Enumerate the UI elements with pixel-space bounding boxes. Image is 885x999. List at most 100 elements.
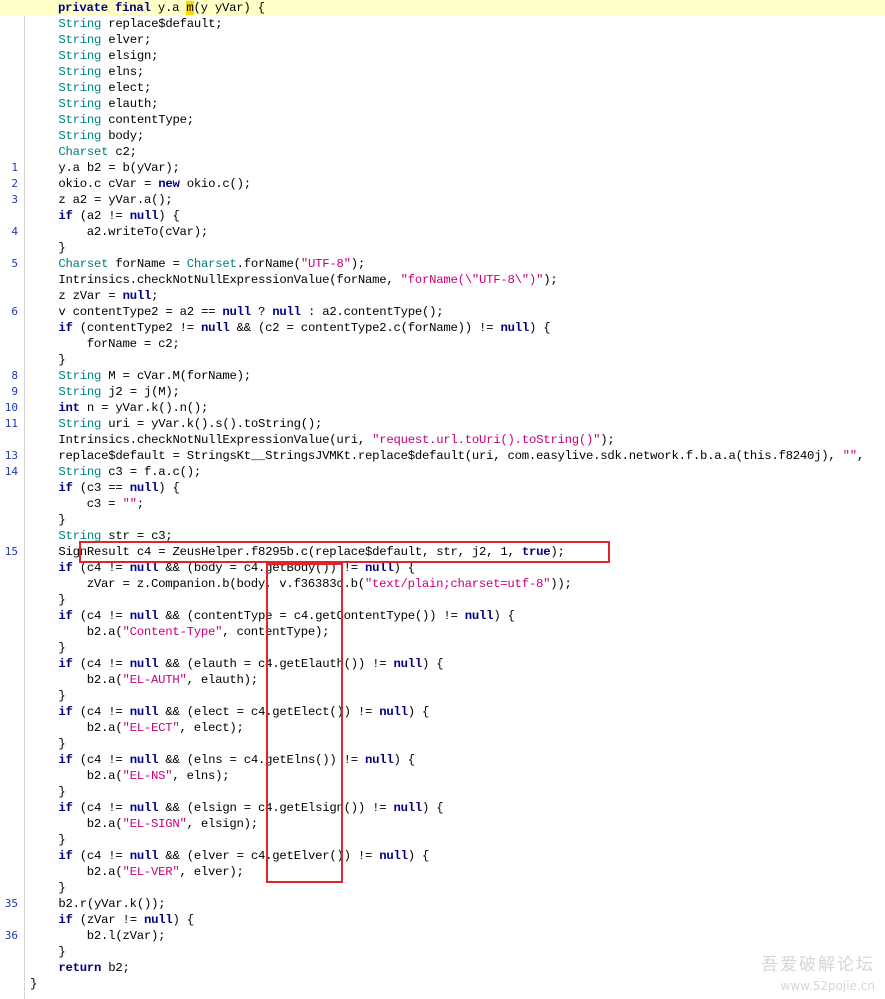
code-text: if (c4 != null && (elver = c4.getElver()… <box>58 849 430 863</box>
code-line[interactable]: 35 b2.r(yVar.k()); <box>0 896 885 912</box>
code-text: z zVar = null; <box>58 289 159 303</box>
line-number: 8 <box>11 369 18 382</box>
code-line[interactable]: if (c4 != null && (elsign = c4.getElsign… <box>0 800 885 816</box>
code-text: Intrinsics.checkNotNullExpressionValue(f… <box>58 273 558 287</box>
code-text: String M = cVar.M(forName); <box>58 369 251 383</box>
code-line[interactable]: 10 int n = yVar.k().n(); <box>0 400 885 416</box>
code-line[interactable]: if (a2 != null) { <box>0 208 885 224</box>
code-line[interactable]: 4 a2.writeTo(cVar); <box>0 224 885 240</box>
code-line[interactable]: b2.a("Content-Type", contentType); <box>0 624 885 640</box>
watermark-text: 吾爱破解论坛 <box>761 955 875 975</box>
code-text: String contentType; <box>58 113 194 127</box>
code-line[interactable]: 11 String uri = yVar.k().s().toString(); <box>0 416 885 432</box>
code-line[interactable]: 13 replace$default = StringsKt__StringsJV… <box>0 448 885 464</box>
code-line[interactable]: String elauth; <box>0 96 885 112</box>
code-text: if (zVar != null) { <box>58 913 194 927</box>
code-line[interactable]: 6 v contentType2 = a2 == null ? null : a2… <box>0 304 885 320</box>
code-line[interactable]: String elect; <box>0 80 885 96</box>
code-line[interactable]: 2 okio.c cVar = new okio.c(); <box>0 176 885 192</box>
code-line[interactable]: b2.a("EL-AUTH", elauth); <box>0 672 885 688</box>
code-line[interactable]: 5 Charset forName = Charset.forName("UTF-… <box>0 256 885 272</box>
code-line[interactable]: Intrinsics.checkNotNullExpressionValue(f… <box>0 272 885 288</box>
code-line[interactable]: String body; <box>0 128 885 144</box>
highlight-box-getters <box>266 563 343 883</box>
code-line[interactable]: } <box>0 640 885 656</box>
code-line[interactable]: String replace$default; <box>0 16 885 32</box>
code-line[interactable]: zVar = z.Companion.b(body, v.f36383c.b("… <box>0 576 885 592</box>
code-text: a2.writeTo(cVar); <box>86 225 208 239</box>
code-text: } <box>58 785 66 799</box>
code-line[interactable]: b2.a("EL-NS", elns); <box>0 768 885 784</box>
code-text: y.a b2 = b(yVar); <box>58 161 180 175</box>
code-line[interactable]: z zVar = null; <box>0 288 885 304</box>
code-line[interactable]: } <box>0 880 885 896</box>
code-text: } <box>58 833 66 847</box>
code-line[interactable]: b2.a("EL-VER", elver); <box>0 864 885 880</box>
code-line[interactable]: Charset c2; <box>0 144 885 160</box>
code-line[interactable]: 3 z a2 = yVar.a(); <box>0 192 885 208</box>
code-text: } <box>58 881 66 895</box>
code-line[interactable]: } <box>0 688 885 704</box>
code-text: v contentType2 = a2 == null ? null : a2.… <box>58 305 444 319</box>
code-line[interactable]: b2.a("EL-SIGN", elsign); <box>0 816 885 832</box>
code-text: b2.a("EL-ECT", elect); <box>86 721 244 735</box>
line-number: 6 <box>11 305 18 318</box>
code-line[interactable]: } <box>0 736 885 752</box>
code-text: b2.l(zVar); <box>86 929 166 943</box>
code-text: b2.a("EL-VER", elver); <box>86 865 244 879</box>
code-editor[interactable]: private final y.a m(y yVar) {String repl… <box>0 0 885 999</box>
code-line[interactable]: } <box>0 784 885 800</box>
code-line[interactable]: 8 String M = cVar.M(forName); <box>0 368 885 384</box>
code-text: String elauth; <box>58 97 159 111</box>
code-line[interactable]: if (c4 != null && (elver = c4.getElver()… <box>0 848 885 864</box>
code-text: int n = yVar.k().n(); <box>58 401 209 415</box>
code-line[interactable]: if (contentType2 != null && (c2 = conten… <box>0 320 885 336</box>
code-text: z a2 = yVar.a(); <box>58 193 173 207</box>
code-text: String elect; <box>58 81 152 95</box>
code-text: c3 = ""; <box>86 497 144 511</box>
line-number: 13 <box>4 449 18 462</box>
code-text: replace$default = StringsKt__StringsJVMK… <box>58 449 865 463</box>
highlight-box-sign-call <box>79 541 610 563</box>
code-text: if (a2 != null) { <box>58 209 180 223</box>
code-line[interactable]: String elsign; <box>0 48 885 64</box>
code-line[interactable]: String elns; <box>0 64 885 80</box>
code-line[interactable]: if (c4 != null && (elect = c4.getElect()… <box>0 704 885 720</box>
code-text: } <box>58 945 66 959</box>
code-line[interactable]: if (zVar != null) { <box>0 912 885 928</box>
line-number: 2 <box>11 177 18 190</box>
code-text: String body; <box>58 129 144 143</box>
code-line[interactable]: } <box>0 944 885 960</box>
line-number: 35 <box>4 897 18 910</box>
code-line[interactable]: } <box>0 592 885 608</box>
code-line[interactable]: 36 b2.l(zVar); <box>0 928 885 944</box>
code-text: String replace$default; <box>58 17 223 31</box>
code-line[interactable]: if (c4 != null && (elns = c4.getElns()) … <box>0 752 885 768</box>
code-line[interactable]: if (c3 == null) { <box>0 480 885 496</box>
code-text: } <box>30 977 38 991</box>
code-line[interactable]: c3 = ""; <box>0 496 885 512</box>
code-line[interactable]: return b2; <box>0 960 885 976</box>
code-line[interactable]: if (c4 != null && (elauth = c4.getElauth… <box>0 656 885 672</box>
code-text: } <box>58 737 66 751</box>
code-line[interactable]: 1 y.a b2 = b(yVar); <box>0 160 885 176</box>
code-line[interactable]: } <box>0 240 885 256</box>
line-number: 9 <box>11 385 18 398</box>
code-line[interactable]: 9 String j2 = j(M); <box>0 384 885 400</box>
code-line[interactable]: forName = c2; <box>0 336 885 352</box>
code-line[interactable]: b2.a("EL-ECT", elect); <box>0 720 885 736</box>
code-line[interactable]: private final y.a m(y yVar) { <box>0 0 885 16</box>
code-line[interactable]: String elver; <box>0 32 885 48</box>
line-number: 10 <box>4 401 18 414</box>
line-number: 5 <box>11 257 18 270</box>
code-line[interactable]: if (c4 != null && (contentType = c4.getC… <box>0 608 885 624</box>
code-line[interactable]: Intrinsics.checkNotNullExpressionValue(u… <box>0 432 885 448</box>
code-line[interactable]: 14 String c3 = f.a.c(); <box>0 464 885 480</box>
code-line[interactable]: } <box>0 352 885 368</box>
code-line[interactable]: } <box>0 832 885 848</box>
watermark-url: www.52pojie.cn <box>780 979 875 993</box>
code-line[interactable]: } <box>0 976 885 992</box>
code-line[interactable]: String contentType; <box>0 112 885 128</box>
code-line[interactable]: } <box>0 512 885 528</box>
code-text: b2.r(yVar.k()); <box>58 897 166 911</box>
